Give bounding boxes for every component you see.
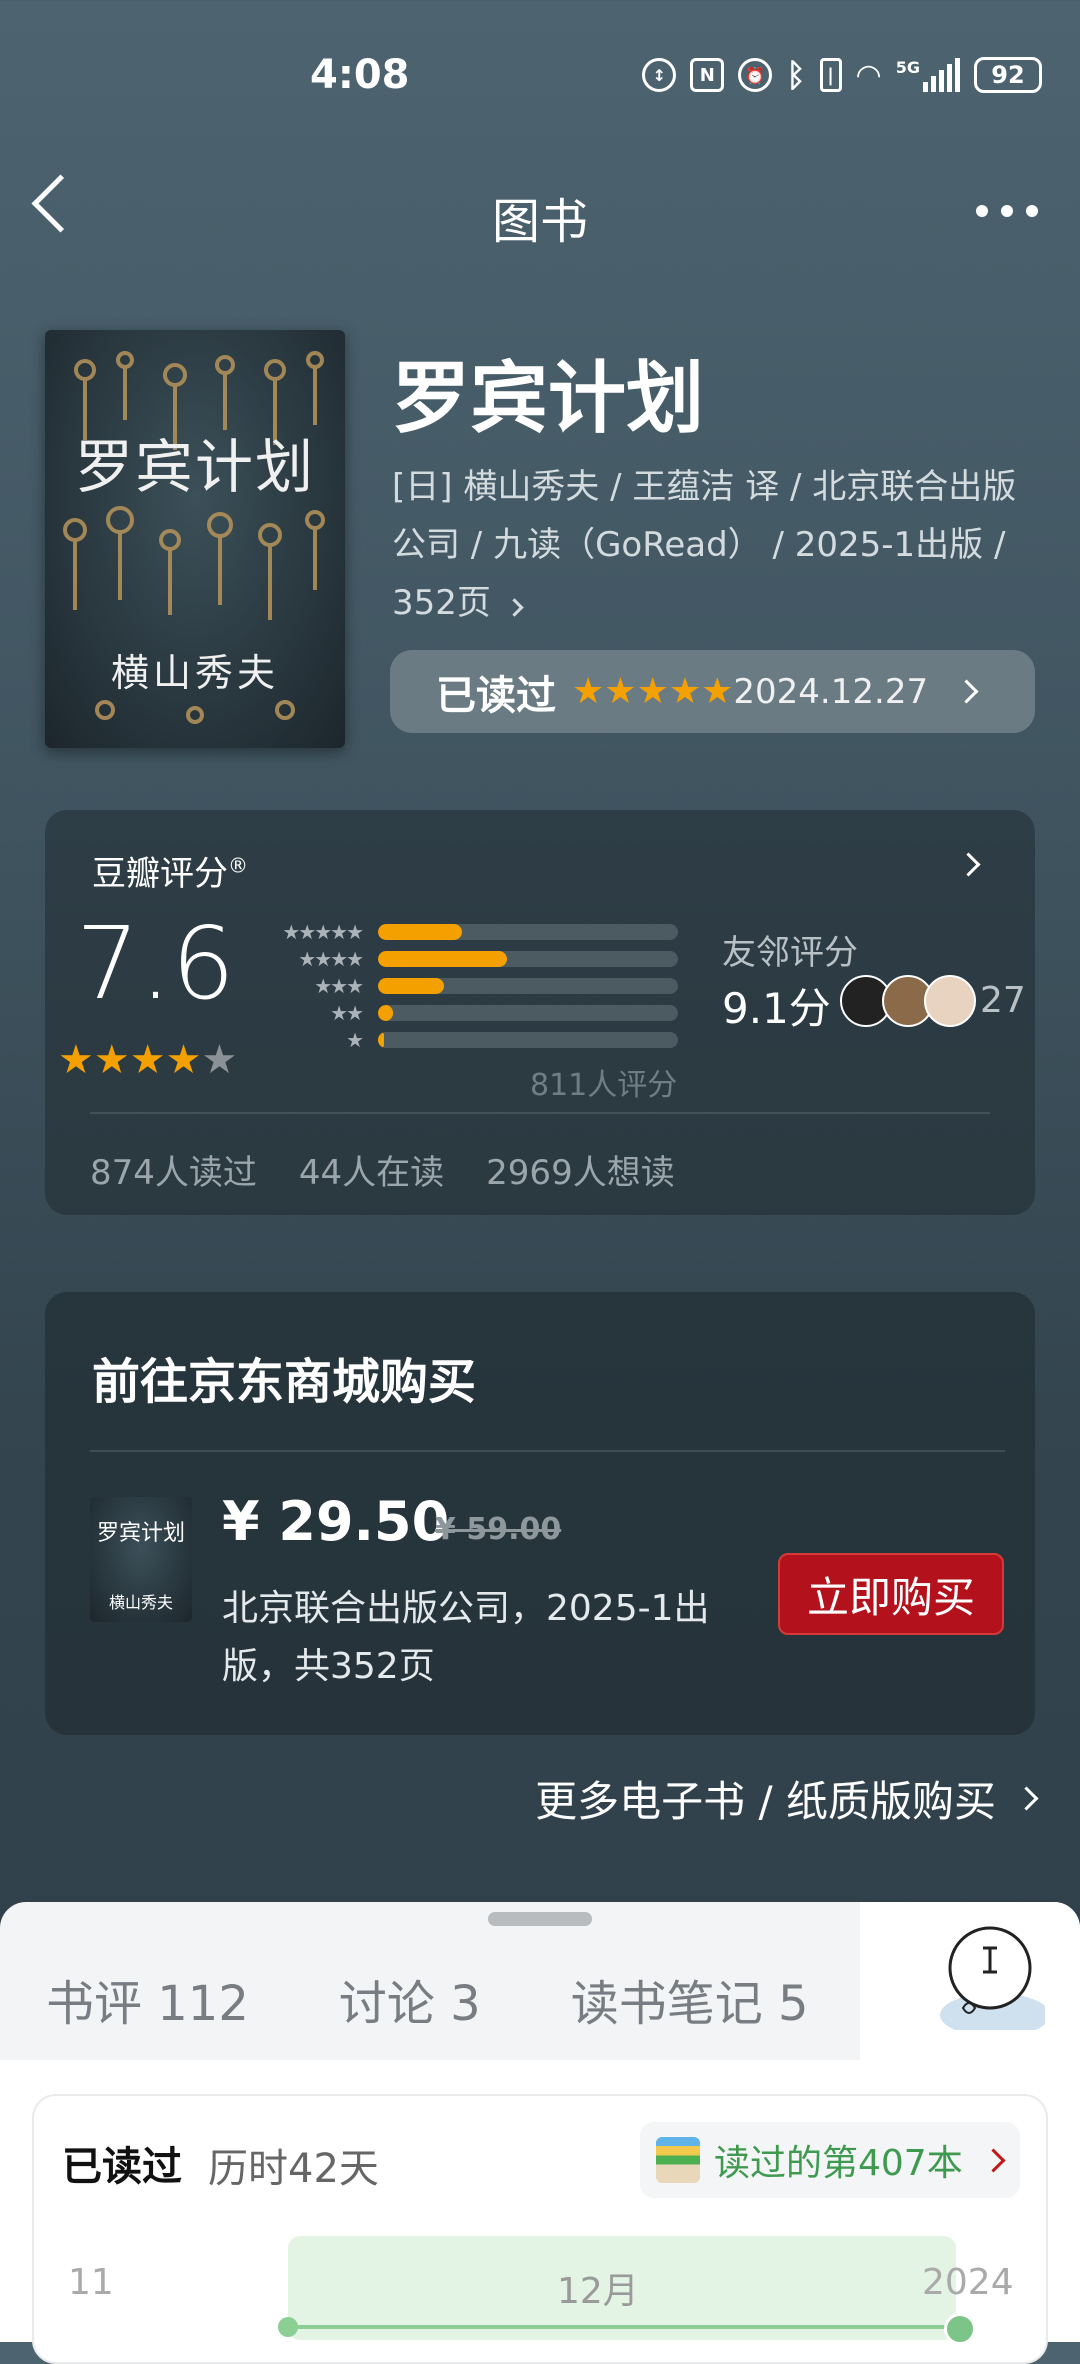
my-rating-stars: ★ ★ ★ ★ ★ — [572, 670, 734, 712]
divider — [90, 1450, 1005, 1452]
book-meta[interactable]: [日] 横山秀夫 / 王蕴洁 译 / 北京联合出版公司 / 九读（GoRead）… — [392, 458, 1032, 632]
distribution-bar-track — [378, 1031, 678, 1048]
score-stars: ★ ★ ★ ★ ★ — [58, 1040, 237, 1080]
avatar — [924, 975, 976, 1027]
distribution-star-label: ★★ — [330, 1000, 364, 1025]
read-record-title: 已读过 — [62, 2144, 182, 2190]
rater-count: 811人评分 — [530, 1068, 678, 1103]
rating-score: 7.6 — [76, 905, 236, 1022]
price: ¥ 29.50 — [222, 1490, 450, 1553]
read-duration: 历时42天 — [208, 2146, 379, 2192]
chevron-right-icon — [954, 679, 979, 704]
distribution-bar-track — [378, 923, 678, 940]
book-title: 罗宾计划 — [392, 354, 705, 444]
distribution-bar-fill — [378, 977, 444, 994]
timeline-end-dot — [944, 2313, 976, 2345]
more-purchase-link[interactable]: 更多电子书 / 纸质版购买 — [535, 1768, 1039, 1829]
read-status-label: 已读过 — [436, 672, 556, 719]
timeline-label-start: 11 — [68, 2262, 114, 2303]
star-icon: ★ — [58, 1037, 94, 1083]
star-icon: ★ — [129, 1037, 166, 1083]
buy-cover-thumbnail: 罗宾计划 横山秀夫 — [90, 1497, 192, 1622]
edition-info: 北京联合出版公司，2025-1出版，共352页 — [222, 1588, 710, 1687]
distribution-star-label: ★★★★★ — [282, 919, 364, 944]
tab-reviews[interactable]: 书评 112 — [46, 1964, 249, 2034]
content-tabs: 书评 112 讨论 3 读书笔记 5 — [46, 1964, 809, 2034]
friend-count: 27 — [980, 980, 1026, 1021]
distribution-bar-fill — [378, 923, 462, 940]
chevron-right-icon — [1014, 1786, 1039, 1811]
distribution-bar-fill — [378, 1004, 393, 1021]
buy-title: 前往京东商城购买 — [92, 1354, 477, 1410]
rating-title: 豆瓣评分® — [92, 853, 248, 894]
vibrate-icon: | — [819, 58, 842, 92]
friend-rating-title: 友邻评分 — [722, 933, 858, 973]
star-icon: ★ — [701, 670, 734, 712]
friend-avatars[interactable] — [840, 975, 976, 1027]
rating-distribution-row: ★★ — [258, 999, 678, 1026]
distribution-bar-track — [378, 1004, 678, 1021]
book-cover[interactable]: 罗宾计划 横山秀夫 — [45, 330, 345, 748]
timeline-label-year: 2024 — [922, 2262, 1014, 2303]
divider — [90, 1112, 990, 1114]
star-icon: ★ — [572, 670, 605, 712]
books-icon — [656, 2137, 700, 2183]
distribution-bar-track — [378, 950, 678, 967]
rating-distribution-row: ★ — [258, 1026, 678, 1053]
star-icon: ★ — [201, 1037, 238, 1083]
distribution-star-label: ★★★ — [314, 973, 364, 998]
cover-author: 横山秀夫 — [110, 651, 279, 695]
rating-distribution: ★★★★★ ★★★★ ★★★ ★★ ★ — [258, 918, 678, 1053]
nfc-icon: N — [690, 58, 725, 92]
bluetooth-icon: ᛒ — [786, 56, 806, 94]
buy-now-button[interactable]: 立即购买 — [778, 1553, 1004, 1635]
read-date: 2024.12.27 — [733, 671, 929, 712]
page-title: 图书 — [491, 194, 588, 250]
rating-distribution-row: ★★★★ — [258, 945, 678, 972]
mascot-icon[interactable] — [935, 1920, 1045, 2030]
stat-read[interactable]: 874人读过 — [90, 1145, 257, 1194]
alarm-icon: ⏰ — [738, 58, 773, 92]
timeline-label-month: 12月 — [557, 2271, 639, 2312]
rating-distribution-row: ★★★★★ — [258, 918, 678, 945]
chevron-right-icon — [981, 2147, 1006, 2173]
sheet-handle[interactable] — [488, 1912, 592, 1926]
stat-reading[interactable]: 44人在读 — [299, 1145, 444, 1194]
distribution-bar-fill — [378, 950, 507, 967]
distribution-star-label: ★ — [346, 1027, 364, 1052]
my-read-status[interactable]: 已读过 ★ ★ ★ ★ ★ 2024.12.27 — [390, 650, 1035, 733]
tab-notes[interactable]: 读书笔记 5 — [571, 1964, 809, 2034]
original-price: ¥ 59.00 — [435, 1512, 562, 1547]
signal-icon: 5G — [896, 58, 960, 92]
distribution-bar-fill — [378, 1031, 384, 1048]
timeline-start-dot — [278, 2317, 298, 2337]
cover-title: 罗宾计划 — [74, 433, 315, 501]
distribution-bar-track — [378, 977, 678, 994]
reading-stats: 874人读过 44人在读 2969人想读 — [90, 1145, 675, 1194]
data-saver-icon: ↕ — [642, 58, 677, 92]
status-icons: ↕ N ⏰ ᛒ | ◠ 5G 92 — [642, 56, 1042, 94]
friend-score: 9.1分 — [722, 984, 831, 1033]
stat-want[interactable]: 2969人想读 — [486, 1145, 675, 1194]
rating-distribution-row: ★★★ — [258, 972, 678, 999]
star-icon: ★ — [165, 1037, 202, 1083]
chevron-right-icon — [505, 598, 524, 617]
wifi-icon: ◠ — [855, 57, 882, 93]
star-icon: ★ — [93, 1037, 130, 1083]
status-time: 4:08 — [310, 52, 410, 98]
distribution-star-label: ★★★★ — [298, 946, 364, 971]
more-icon[interactable] — [976, 205, 1038, 217]
nth-book-pill[interactable]: 读过的第407本 — [640, 2122, 1020, 2198]
star-icon: ★ — [604, 670, 637, 712]
star-icon: ★ — [636, 670, 669, 712]
battery-icon: 92 — [974, 57, 1042, 93]
star-icon: ★ — [668, 670, 702, 712]
timeline-line — [288, 2325, 956, 2329]
tab-discussions[interactable]: 讨论 3 — [339, 1964, 481, 2034]
